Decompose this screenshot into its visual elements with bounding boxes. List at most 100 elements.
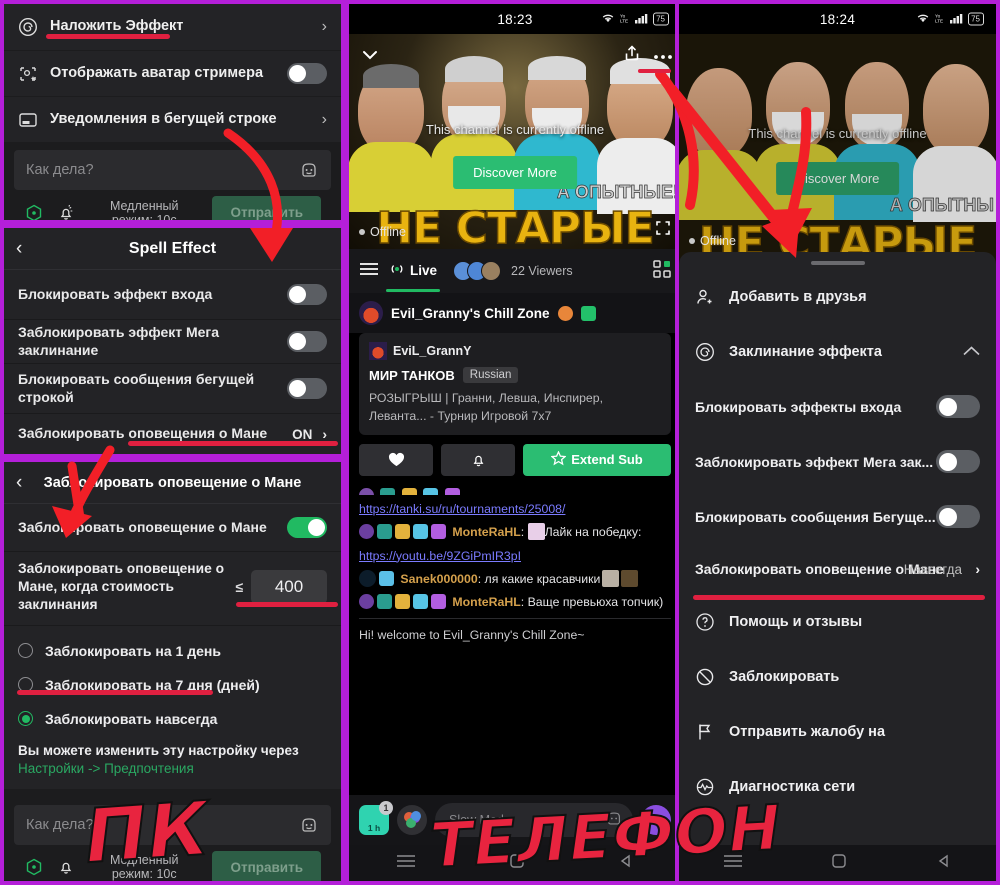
emoji-icon[interactable]	[299, 160, 319, 180]
row-block-ticker-messages[interactable]: Блокировать сообщения бегущей строкой	[4, 364, 341, 414]
palette-icon[interactable]	[397, 805, 427, 835]
badge-icon	[377, 594, 392, 610]
sub-cube-icon[interactable]: 1 1 h	[359, 801, 393, 835]
row-block-mana-alerts[interactable]: Заблокировать оповещения о Мане ON ›	[4, 414, 341, 454]
bell-icon[interactable]	[56, 203, 76, 221]
chat-input[interactable]: Как дела?	[26, 162, 291, 178]
more-dots-icon[interactable]	[653, 47, 673, 65]
watermark-pk: ПК	[81, 785, 213, 881]
option-block-forever[interactable]: Заблокировать навсегда	[4, 701, 341, 736]
menu-toggle-block-mega-spell[interactable]: Заблокировать эффект Мега зак...	[679, 434, 996, 489]
threshold-input[interactable]: 400	[251, 570, 327, 605]
viewer-avatars	[453, 261, 502, 281]
menu-item-block[interactable]: Заблокировать	[679, 649, 996, 704]
menu-section-spell-effect[interactable]: Заклинание эффекта	[679, 324, 996, 379]
discover-more-button[interactable]: Discover More	[453, 156, 577, 189]
chevron-down-icon[interactable]	[359, 44, 381, 71]
nav-menu-icon[interactable]	[396, 854, 415, 872]
discover-more-button[interactable]: Discover More	[775, 162, 900, 195]
chat-input-box[interactable]: Как дела?	[14, 150, 331, 190]
toggle-block-mega-spell[interactable]	[287, 331, 327, 352]
video-player[interactable]: НЕ СТАРЫЕ А ОПЫТНЫЕ! This channel is cur…	[349, 34, 681, 249]
nav-home-icon[interactable]	[832, 853, 847, 873]
toggle-block-mega-spell[interactable]	[936, 450, 980, 473]
menu-item-mana-alert[interactable]: Заблокировать оповещение о Мане Навсегда…	[679, 544, 996, 594]
svg-text:LTE: LTE	[935, 19, 943, 24]
channel-points-icon[interactable]	[24, 203, 44, 220]
add-friend-icon	[695, 287, 715, 307]
pc-panel-spell-effect: ‹ Spell Effect Блокировать эффект входа …	[4, 228, 341, 454]
menu-label: Заклинание эффекта	[729, 343, 882, 360]
channel-row[interactable]: Evil_Granny's Chill Zone	[349, 293, 681, 333]
option-block-7-days[interactable]: Заблокировать на 7 дня (дней)	[4, 667, 341, 702]
chat-username[interactable]: MonteRaHL	[452, 525, 520, 539]
toggle-show-streamer-avatar[interactable]	[287, 63, 327, 84]
toggle-mana-alert[interactable]	[287, 517, 327, 538]
back-chevron-icon[interactable]: ‹	[16, 472, 22, 494]
bell-icon[interactable]	[56, 857, 76, 877]
row-ticker-notifications[interactable]: Уведомления в бегущей строке ›	[4, 96, 341, 142]
menu-item-help[interactable]: Помощь и отзывы	[679, 594, 996, 649]
phone-middle: 18:23 Yo LTE 75 НЕ СТАРЫЕ А ОПЫТНЫЕ! Thi…	[345, 0, 685, 885]
menu-item-add-friend[interactable]: Добавить в друзья	[679, 269, 996, 324]
row-show-streamer-avatar[interactable]: Отображать аватар стримера	[4, 50, 341, 96]
back-chevron-icon[interactable]: ‹	[16, 238, 22, 260]
toggle-block-entry-effects[interactable]	[936, 395, 980, 418]
badge-icon	[359, 594, 374, 610]
toggle-block-ticker-messages[interactable]	[287, 378, 327, 399]
channel-points-icon[interactable]	[24, 857, 44, 877]
badge-icon	[379, 570, 394, 586]
hamburger-icon[interactable]	[359, 262, 379, 281]
badge-icon	[413, 594, 428, 610]
note-line-1: Вы можете изменить эту настройку через	[18, 742, 299, 758]
chat-link[interactable]: https://youtu.be/9ZGiPmIR3pI	[359, 549, 521, 563]
chat-link[interactable]: https://tanki.su/ru/tournaments/25008/	[359, 502, 565, 516]
chat-username[interactable]: Sanek000000	[400, 572, 477, 586]
row-label: Отображать аватар стримера	[50, 64, 264, 81]
extend-sub-button[interactable]: Extend Sub	[523, 443, 671, 476]
chat-message-partial	[359, 487, 671, 495]
grid-icon[interactable]	[653, 259, 671, 283]
stream-tabbar: Live 22 Viewers	[349, 249, 681, 293]
row-block-entry-effect[interactable]: Блокировать эффект входа	[4, 270, 341, 320]
slow-mode-label: Медленный режим: 10с	[109, 198, 179, 221]
category-name[interactable]: МИР ТАНКОВ	[369, 368, 455, 383]
heart-button[interactable]	[359, 443, 433, 476]
notify-button[interactable]	[441, 443, 515, 476]
chat-text: Лайк на победку:	[544, 525, 642, 540]
fullscreen-icon[interactable]	[655, 220, 671, 241]
option-block-1-day[interactable]: Заблокировать на 1 день	[4, 633, 341, 668]
tab-live[interactable]: Live	[385, 262, 441, 292]
language-tag[interactable]: Russian	[462, 367, 519, 383]
row-apply-effect[interactable]: Наложить Эффект ›	[4, 4, 341, 50]
share-icon[interactable]	[623, 44, 641, 67]
chat-message: MonteRaHL: Ваще превьюха топчик)	[359, 593, 671, 611]
option-label: Заблокировать навсегда	[45, 710, 218, 727]
send-button[interactable]: Отправить	[212, 196, 321, 220]
sheet-grabber[interactable]	[810, 261, 865, 265]
nav-back-icon[interactable]	[937, 854, 951, 873]
row-mana-alert-main-toggle[interactable]: Заблокировать оповещение о Мане	[4, 504, 341, 552]
toggle-block-entry-effect[interactable]	[287, 284, 327, 305]
chevron-up-icon[interactable]	[963, 344, 980, 360]
radio-icon-selected[interactable]	[18, 711, 33, 727]
chat-panel[interactable]: https://tanki.su/ru/tournaments/25008/ M…	[349, 484, 681, 715]
chat-text: ля какие красавчики	[484, 571, 601, 586]
page-title: Заблокировать оповещение о Мане	[43, 474, 302, 491]
menu-item-report[interactable]: Отправить жалобу на	[679, 704, 996, 759]
menu-toggle-block-ticker[interactable]: Блокировать сообщения Бегуще...	[679, 489, 996, 544]
cube-label: 1 h	[367, 823, 381, 833]
video-player[interactable]: НЕ СТАРЫЕ А ОПЫТНЫ This channel is curre…	[679, 34, 996, 264]
send-button[interactable]: Отправить	[212, 850, 321, 881]
battery-indicator: 75	[653, 12, 669, 26]
badge-icon	[423, 487, 439, 495]
emoji-icon[interactable]	[299, 815, 319, 835]
toggle-block-ticker[interactable]	[936, 505, 980, 528]
player-actions	[623, 44, 673, 67]
badge-icon	[557, 305, 573, 321]
chat-username[interactable]: MonteRaHL	[452, 595, 520, 609]
row-block-mega-spell[interactable]: Заблокировать эффект Мега заклинание	[4, 320, 341, 364]
phone-middle-screen: 18:23 Yo LTE 75 НЕ СТАРЫЕ А ОПЫТНЫЕ! Thi…	[349, 4, 681, 881]
radio-icon[interactable]	[18, 643, 33, 659]
menu-toggle-block-entry-effects[interactable]: Блокировать эффекты входа	[679, 379, 996, 434]
